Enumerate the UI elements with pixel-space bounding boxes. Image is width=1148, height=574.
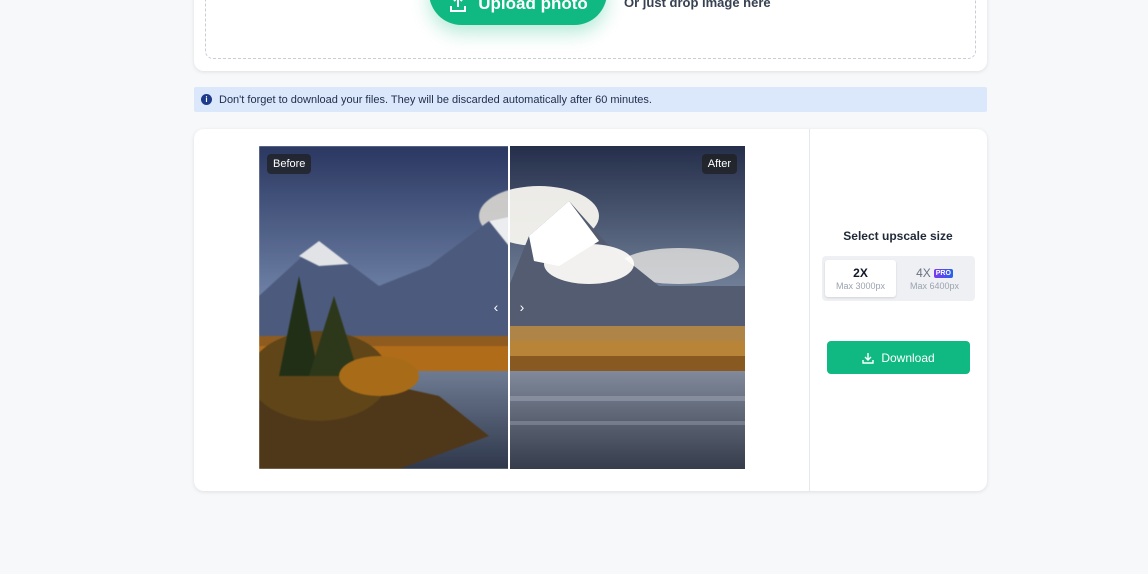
upload-icon [450,0,467,12]
result-card: ‹ › Before After Select upscale size 2X … [194,129,987,491]
before-image [259,146,509,469]
size-option-4x[interactable]: 4X PRO Max 6400px [899,260,970,297]
before-after-comparison[interactable]: ‹ › Before After [259,146,745,469]
download-label: Download [881,350,935,365]
info-icon: i [201,94,212,105]
comparison-slider-handle[interactable] [508,146,510,469]
size-option-2x[interactable]: 2X Max 3000px [825,260,896,297]
chevron-right-icon: › [519,299,525,315]
size-4x-max: Max 6400px [909,281,960,291]
chevron-left-icon: ‹ [493,299,499,315]
drop-hint: Or just drop image here [624,0,771,10]
upload-photo-button[interactable]: Upload photo [429,0,607,25]
upscale-size-selector: 2X Max 3000px 4X PRO Max 6400px [822,256,975,301]
panel-divider [809,129,810,491]
upscale-size-title: Select upscale size [843,229,953,243]
upload-card: Upload photo Or just drop image here [194,0,987,71]
before-label: Before [267,154,312,174]
info-message: Don't forget to download your files. The… [219,93,652,106]
after-label: After [701,154,737,174]
info-banner: i Don't forget to download your files. T… [194,87,987,112]
size-4x-label: 4X [916,266,931,280]
size-2x-max: Max 3000px [835,281,886,291]
download-button[interactable]: Download [827,341,970,374]
size-2x-label: 2X [853,266,868,280]
after-image [509,146,745,469]
pro-badge: PRO [933,268,953,278]
upload-button-label: Upload photo [478,0,588,13]
download-icon [862,352,875,364]
